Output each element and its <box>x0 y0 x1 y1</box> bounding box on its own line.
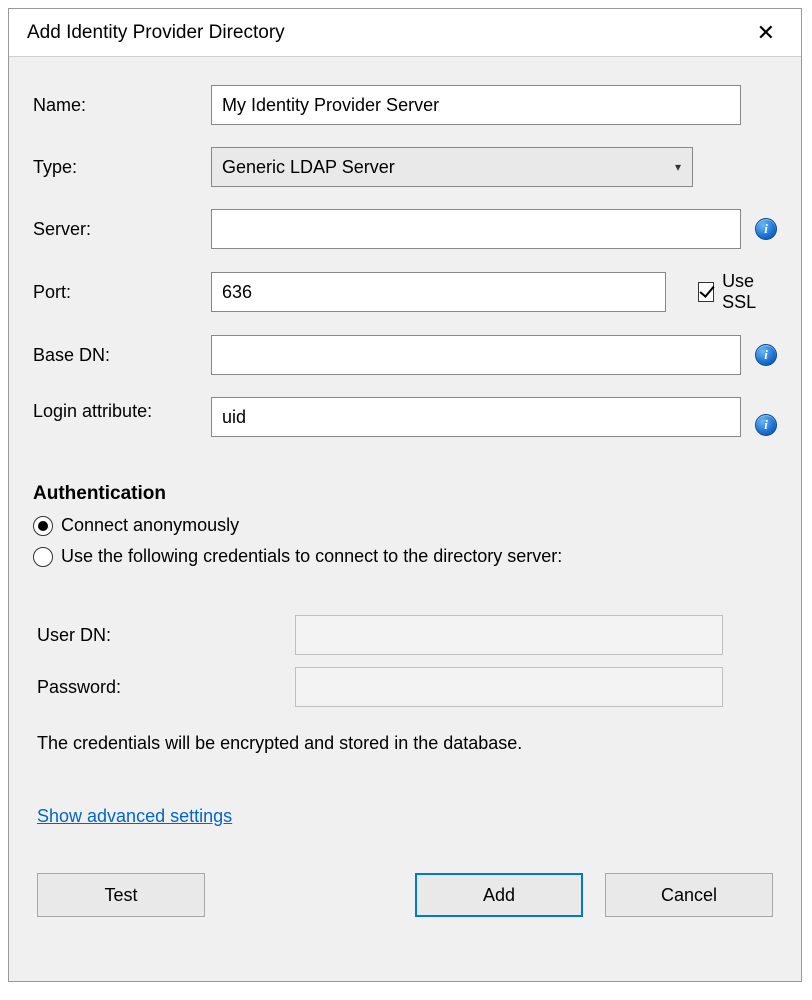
base-dn-label: Base DN: <box>33 345 211 366</box>
row-server: Server: i <box>33 209 777 249</box>
dialog-window: Add Identity Provider Directory ✕ Name: … <box>8 8 802 982</box>
credentials-note: The credentials will be encrypted and st… <box>37 733 777 754</box>
credentials-block: User DN: Password: <box>37 615 777 719</box>
add-button[interactable]: Add <box>415 873 583 917</box>
use-ssl-checkbox-group[interactable]: Use SSL <box>698 271 777 313</box>
radio-connect-anon[interactable]: Connect anonymously <box>33 515 777 536</box>
row-port: Port: Use SSL <box>33 271 777 313</box>
info-icon[interactable]: i <box>755 414 777 436</box>
row-name: Name: <box>33 85 777 125</box>
row-password: Password: <box>37 667 777 707</box>
base-dn-input[interactable] <box>211 335 741 375</box>
row-base-dn: Base DN: i <box>33 335 777 375</box>
port-label: Port: <box>33 282 211 303</box>
info-icon[interactable]: i <box>755 344 777 366</box>
cancel-button[interactable]: Cancel <box>605 873 773 917</box>
user-dn-input <box>295 615 723 655</box>
radio-creds[interactable] <box>33 547 53 567</box>
row-type: Type: Generic LDAP Server ▾ <box>33 147 777 187</box>
button-bar: Test Add Cancel <box>33 873 777 917</box>
row-user-dn: User DN: <box>37 615 777 655</box>
login-attr-input[interactable] <box>211 397 741 437</box>
password-input <box>295 667 723 707</box>
show-advanced-link[interactable]: Show advanced settings <box>37 806 777 827</box>
login-attr-label: Login attribute: <box>33 397 211 422</box>
name-input[interactable] <box>211 85 741 125</box>
radio-creds-label: Use the following credentials to connect… <box>61 546 562 567</box>
user-dn-label: User DN: <box>37 625 295 646</box>
dialog-title: Add Identity Provider Directory <box>27 22 285 44</box>
port-input[interactable] <box>211 272 666 312</box>
use-ssl-label: Use SSL <box>722 271 777 313</box>
type-select[interactable]: Generic LDAP Server <box>211 147 693 187</box>
dialog-content: Name: Type: Generic LDAP Server ▾ Serve <box>9 57 801 981</box>
radio-anon[interactable] <box>33 516 53 536</box>
titlebar: Add Identity Provider Directory ✕ <box>9 9 801 57</box>
auth-heading: Authentication <box>33 483 777 505</box>
type-label: Type: <box>33 157 211 178</box>
radio-anon-label: Connect anonymously <box>61 515 239 536</box>
radio-use-credentials[interactable]: Use the following credentials to connect… <box>33 546 777 567</box>
use-ssl-checkbox[interactable] <box>698 282 714 302</box>
row-login-attr: Login attribute: i <box>33 397 777 437</box>
password-label: Password: <box>37 677 295 698</box>
server-label: Server: <box>33 219 211 240</box>
close-icon[interactable]: ✕ <box>747 18 785 48</box>
server-input[interactable] <box>211 209 741 249</box>
test-button[interactable]: Test <box>37 873 205 917</box>
info-icon[interactable]: i <box>755 218 777 240</box>
name-label: Name: <box>33 95 211 116</box>
